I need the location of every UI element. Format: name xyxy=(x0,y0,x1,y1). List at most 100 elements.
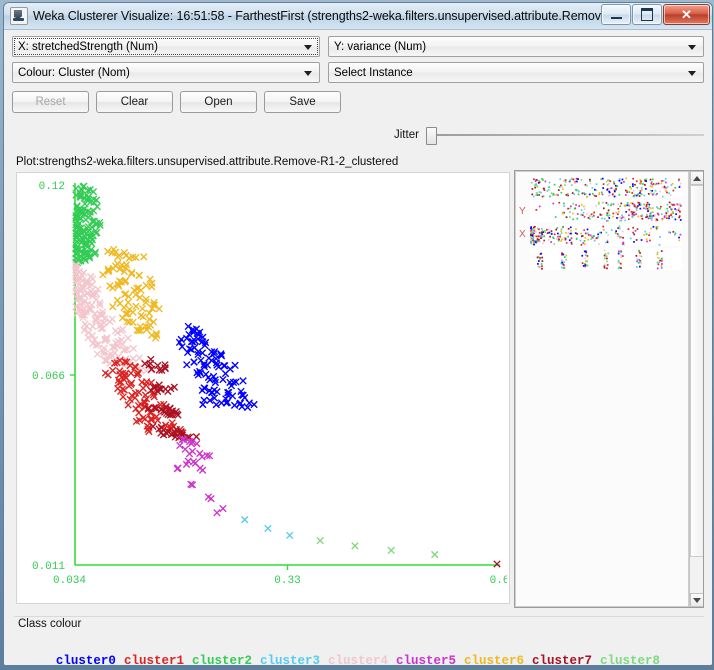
thumbnail-point xyxy=(649,189,652,192)
thumbnail-point xyxy=(548,231,551,234)
thumbnail-point xyxy=(663,215,666,218)
data-point xyxy=(431,550,439,559)
data-point xyxy=(147,355,155,364)
thumbnail-point xyxy=(617,259,620,262)
close-button[interactable]: ✕ xyxy=(663,4,710,25)
scroll-down-arrow-icon[interactable] xyxy=(690,593,703,607)
thumbnail-point xyxy=(533,231,536,234)
legend-item-cluster5[interactable]: cluster5 xyxy=(392,654,460,665)
thumbnail-point xyxy=(656,192,658,195)
legend-item-cluster2[interactable]: cluster2 xyxy=(188,654,256,665)
thumbnail-point xyxy=(675,209,677,212)
thumbnail-point xyxy=(563,205,566,207)
scrollbar-thumb[interactable] xyxy=(690,185,703,557)
thumbnail-point xyxy=(652,183,655,185)
thumbnail-point xyxy=(660,264,663,267)
legend-item-cluster0[interactable]: cluster0 xyxy=(52,654,120,665)
x-axis-dropdown[interactable]: X: stretchedStrength (Num) xyxy=(12,36,320,57)
thumbnail-point xyxy=(660,182,663,185)
thumbnail-point xyxy=(583,216,586,218)
clear-button[interactable]: Clear xyxy=(96,91,173,113)
thumbnail-point xyxy=(626,202,629,204)
thumbnail-point xyxy=(533,228,536,231)
y-axis-marker: Y xyxy=(519,206,526,217)
save-button[interactable]: Save xyxy=(264,91,341,113)
thumbnail-point xyxy=(586,264,588,267)
maximize-button[interactable] xyxy=(632,4,662,25)
jitter-slider-thumb[interactable] xyxy=(425,127,437,145)
legend-item-cluster4[interactable]: cluster4 xyxy=(324,654,392,665)
thumbnail-point xyxy=(678,236,680,239)
open-button[interactable]: Open xyxy=(180,91,257,113)
thumbnail-point xyxy=(672,189,675,192)
reset-button[interactable]: Reset xyxy=(12,91,89,113)
thumbnail-point xyxy=(636,228,639,230)
thumbnail-point xyxy=(583,205,585,208)
thumbnail-point xyxy=(540,237,542,240)
thumbnail-point xyxy=(541,195,544,198)
thumbnail-strips[interactable] xyxy=(516,172,690,608)
data-point xyxy=(137,311,145,320)
thumbnail-point xyxy=(561,186,563,188)
client-area: X: stretchedStrength (Num) Y: variance (… xyxy=(4,30,712,665)
thumbnail-point xyxy=(643,233,646,236)
thumbnail-point xyxy=(541,260,544,262)
thumbnail-point xyxy=(635,213,638,216)
thumbnail-point xyxy=(537,263,539,265)
x-tick-label-1: 0.33 xyxy=(274,575,300,587)
select-instance-dropdown[interactable]: Select Instance xyxy=(328,62,704,83)
thumbnail-point xyxy=(603,263,606,266)
data-point xyxy=(176,441,184,450)
legend-item-cluster3[interactable]: cluster3 xyxy=(256,654,324,665)
thumbnail-point xyxy=(628,208,631,211)
thumbnail-point xyxy=(635,239,638,241)
thumbnail-point xyxy=(656,219,659,221)
colour-dropdown[interactable]: Colour: Cluster (Nom) xyxy=(12,62,320,83)
legend-item-cluster1[interactable]: cluster1 xyxy=(120,654,188,665)
thumbnail-point xyxy=(608,214,611,217)
thumbnail-point xyxy=(555,193,558,196)
thumbnail-point xyxy=(661,186,664,189)
thumbnail-point xyxy=(575,189,577,191)
thumbnail-point xyxy=(607,203,609,206)
legend-item-cluster8[interactable]: cluster8 xyxy=(596,654,664,665)
thumbnail-point xyxy=(602,183,605,185)
thumbnail-point xyxy=(607,209,610,212)
jitter-slider[interactable] xyxy=(425,126,704,145)
thumbnail-point xyxy=(668,215,671,217)
legend-item-cluster7[interactable]: cluster7 xyxy=(528,654,596,665)
minimize-button[interactable] xyxy=(601,4,631,25)
thumbnail-point xyxy=(668,201,671,204)
data-point xyxy=(185,450,194,458)
thumbnail-point xyxy=(561,259,564,262)
thumbnail-point xyxy=(666,191,668,194)
thumbnail-point xyxy=(671,215,674,218)
y-axis-dropdown[interactable]: Y: variance (Num) xyxy=(328,36,704,57)
thumbnail-point xyxy=(558,186,561,188)
thumbnail-point xyxy=(640,239,643,241)
thumbnail-point xyxy=(557,232,559,235)
scatter-plot[interactable]: 0.011 0.066 0.12 0.034 0.33 0.62 xyxy=(16,172,510,604)
thumbnail-point xyxy=(607,211,610,214)
thumbnail-point xyxy=(638,202,641,204)
thumbnail-point xyxy=(647,210,649,213)
x-tick-label-2: 0.62 xyxy=(490,575,507,587)
thumbnail-point xyxy=(635,194,638,197)
thumbnail-point xyxy=(572,202,575,205)
legend-item-cluster6[interactable]: cluster6 xyxy=(460,654,528,665)
thumbnail-point xyxy=(603,265,606,268)
thumbnail-scrollbar[interactable] xyxy=(689,171,703,607)
scatter-plot-canvas[interactable]: 0.011 0.066 0.12 0.034 0.33 0.62 xyxy=(17,173,507,601)
thumbnail-point xyxy=(541,256,544,259)
thumbnail-point xyxy=(575,177,578,180)
thumbnail-point xyxy=(666,217,668,220)
colour-select-row: Colour: Cluster (Nom) Select Instance xyxy=(12,62,704,83)
scroll-up-arrow-icon[interactable] xyxy=(690,171,703,185)
thumbnail-point xyxy=(553,183,556,186)
thumbnail-point xyxy=(533,178,535,181)
thumbnail-point xyxy=(584,236,587,239)
data-point xyxy=(93,350,102,358)
thumbnail-list[interactable]: Y X xyxy=(515,171,689,607)
thumbnail-point xyxy=(530,236,532,238)
attribute-thumbnail-panel[interactable]: Y X xyxy=(514,170,704,608)
